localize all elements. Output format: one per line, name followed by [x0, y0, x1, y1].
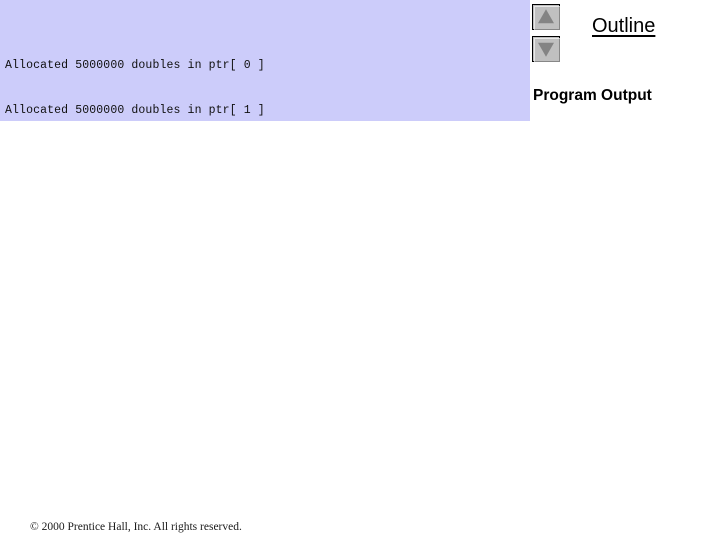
- triangle-up-icon: [538, 9, 554, 24]
- slide-canvas: Allocated 5000000 doubles in ptr[ 0 ] Al…: [0, 0, 720, 540]
- scroll-down-button[interactable]: [532, 36, 560, 62]
- scroll-up-button[interactable]: [532, 4, 560, 30]
- program-output-label: Program Output: [533, 87, 652, 104]
- outline-heading: Outline: [592, 15, 656, 37]
- console-text-block: Allocated 5000000 doubles in ptr[ 0 ] Al…: [5, 30, 272, 121]
- console-line: Allocated 5000000 doubles in ptr[ 1 ]: [5, 103, 265, 117]
- console-line: Allocated 5000000 doubles in ptr[ 0 ]: [5, 59, 265, 73]
- copyright-notice: © 2000 Prentice Hall, Inc. All rights re…: [30, 521, 242, 533]
- program-output-console: Allocated 5000000 doubles in ptr[ 0 ] Al…: [0, 0, 530, 121]
- triangle-down-icon: [538, 42, 554, 57]
